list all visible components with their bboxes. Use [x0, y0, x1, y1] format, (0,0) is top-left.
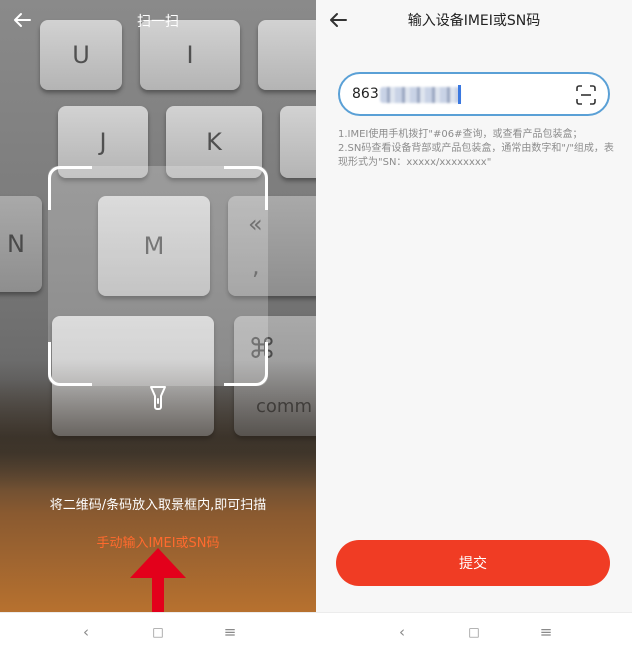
- submit-button[interactable]: 提交: [336, 540, 610, 586]
- imei-input-field[interactable]: 863: [338, 72, 610, 116]
- key-label: J: [99, 128, 107, 156]
- scanner-header: 扫一扫: [0, 0, 316, 40]
- key-label: I: [186, 41, 194, 69]
- scan-icon[interactable]: [576, 85, 596, 105]
- page-title: 扫一扫: [137, 14, 179, 30]
- nav-menu-icon[interactable]: ≡: [536, 622, 556, 642]
- viewfinder-corner: [48, 166, 92, 210]
- viewfinder: [48, 166, 268, 386]
- input-tips: 1.IMEI使用手机拨打"#06#查询，或查看产品包装盒； 2.SN码查看设备背…: [338, 128, 618, 170]
- keyboard-key: [280, 106, 316, 178]
- text-cursor: [458, 85, 461, 104]
- nav-home-icon[interactable]: □: [464, 622, 484, 642]
- system-nav-bar: ‹ □ ≡ ‹ □ ≡: [0, 612, 632, 650]
- nav-back-icon[interactable]: ‹: [392, 622, 412, 642]
- page-title: 输入设备IMEI或SN码: [407, 13, 541, 29]
- key-label: K: [206, 128, 222, 156]
- scanner-screen: U I J K N M «, ⌘comm 扫一扫 将二维码/条码放入取景框内,即…: [0, 0, 316, 612]
- tip-line: 1.IMEI使用手机拨打"#06#查询，或查看产品包装盒；: [338, 129, 583, 140]
- viewfinder-corner: [224, 166, 268, 210]
- tip-line: 2.SN码查看设备背部或产品包装盒，通常由数字和"/"组成，表现形式为"SN：x…: [338, 143, 614, 168]
- nav-back-icon[interactable]: ‹: [76, 622, 96, 642]
- imei-input-screen: 输入设备IMEI或SN码 863 1.IMEI使用手机拨打"#06#查询，或查看…: [316, 0, 632, 612]
- flashlight-icon[interactable]: [148, 384, 168, 412]
- scan-hint: 将二维码/条码放入取景框内,即可扫描: [49, 498, 267, 513]
- redacted-digits: [380, 87, 460, 103]
- keyboard-key: N: [0, 196, 42, 292]
- imei-input-value[interactable]: 863: [352, 86, 379, 102]
- nav-menu-icon[interactable]: ≡: [220, 622, 240, 642]
- nav-home-icon[interactable]: □: [148, 622, 168, 642]
- key-label: U: [72, 41, 90, 69]
- viewfinder-corner: [224, 342, 268, 386]
- key-label: N: [7, 230, 25, 258]
- viewfinder-corner: [48, 342, 92, 386]
